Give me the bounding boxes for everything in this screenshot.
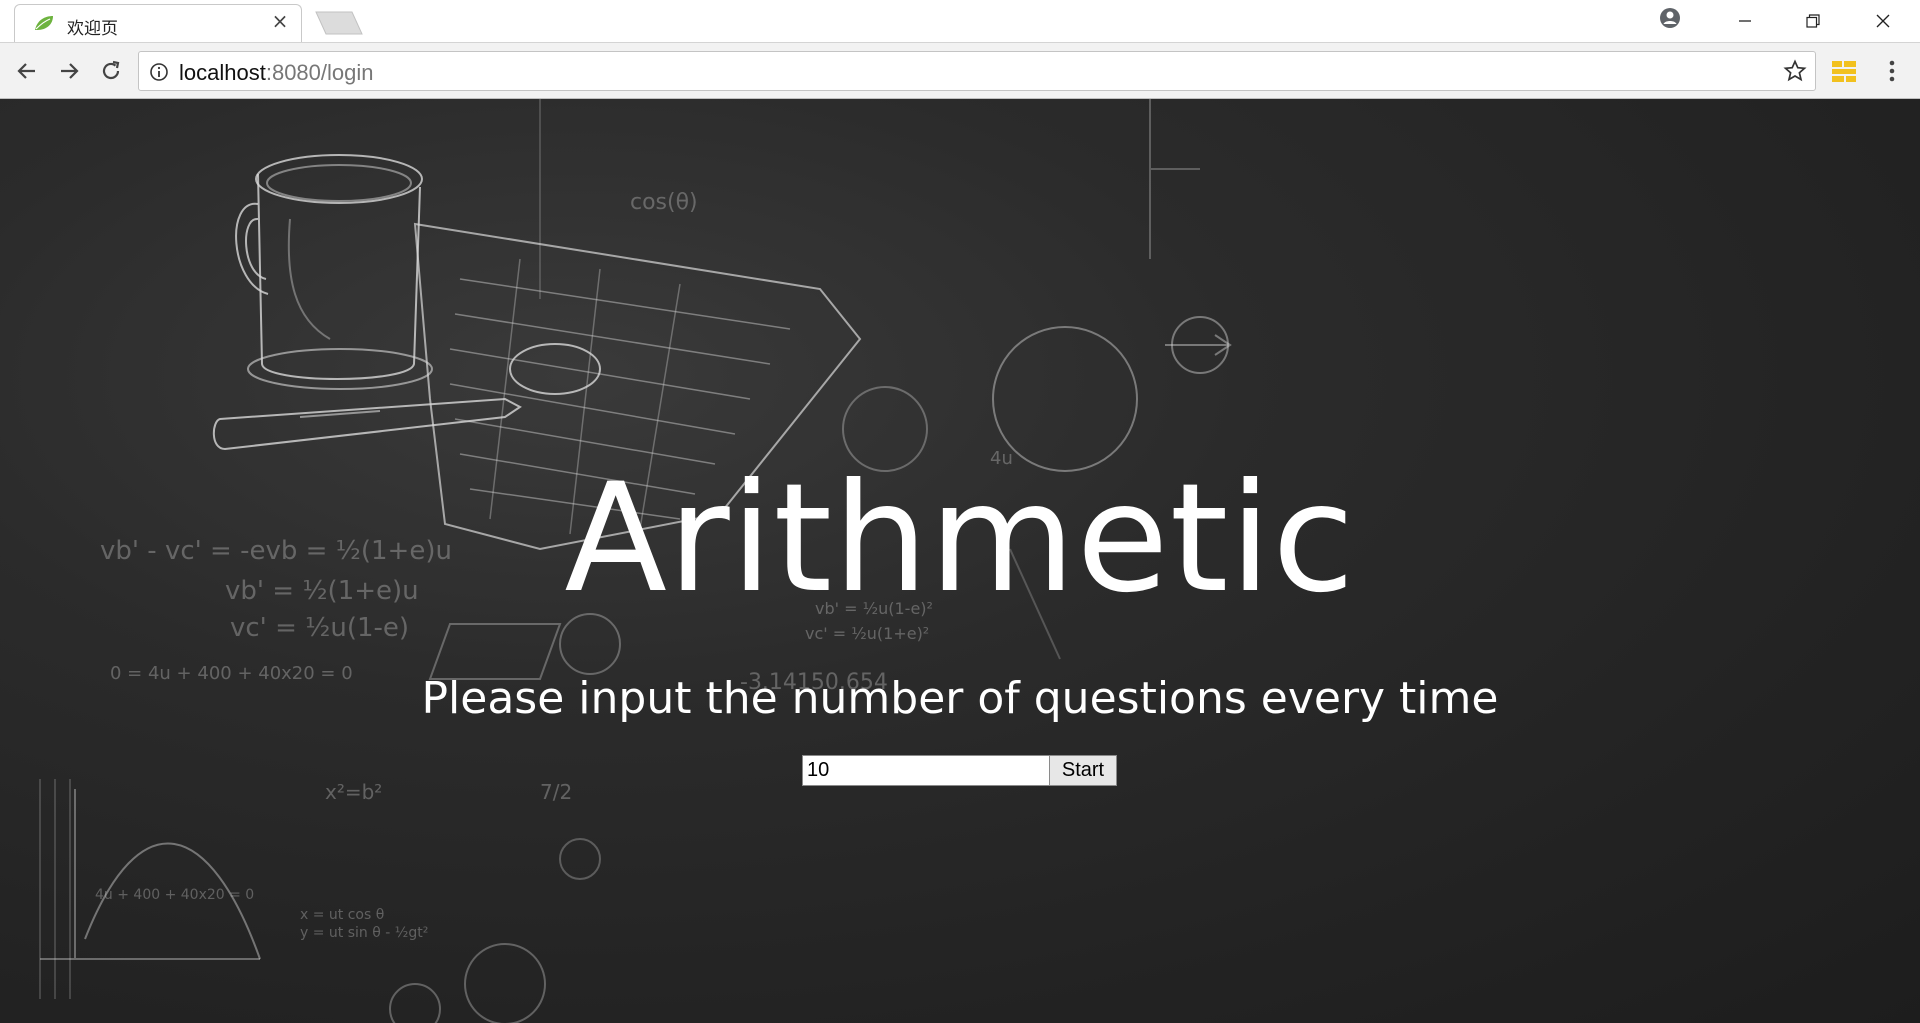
star-icon[interactable] <box>1783 59 1807 83</box>
minimize-icon <box>1739 20 1751 22</box>
more-menu-icon[interactable] <box>1880 57 1904 85</box>
svg-text:vc' = ½u(1+e)²: vc' = ½u(1+e)² <box>805 624 929 643</box>
url-host: localhost <box>179 60 266 85</box>
svg-text:y = ut sin θ - ½gt²: y = ut sin θ - ½gt² <box>300 925 428 941</box>
svg-text:cos(θ): cos(θ) <box>630 190 698 215</box>
start-button[interactable]: Start <box>1050 755 1117 786</box>
restore-button[interactable] <box>1778 0 1848 42</box>
svg-text:4u + 400 + 40x20 = 0: 4u + 400 + 40x20 = 0 <box>95 887 254 903</box>
restore-icon <box>1806 14 1820 28</box>
tab-title: 欢迎页 <box>67 19 118 39</box>
new-tab-button[interactable] <box>314 10 364 36</box>
svg-text:7/2: 7/2 <box>540 780 572 804</box>
page-title: Arithmetic <box>564 452 1356 626</box>
svg-text:x²=b²: x²=b² <box>325 780 382 804</box>
info-icon[interactable] <box>149 62 169 82</box>
profile-icon[interactable] <box>1658 6 1682 30</box>
page-subtitle: Please input the number of questions eve… <box>421 673 1499 724</box>
leaf-icon <box>35 16 53 30</box>
arrow-left-icon <box>17 63 35 79</box>
reload-icon <box>102 60 120 80</box>
browser-tab[interactable]: 欢迎页 × <box>14 4 302 42</box>
window-titlebar: 欢迎页 × <box>0 0 1920 42</box>
svg-text:x = ut cos θ: x = ut cos θ <box>300 907 384 923</box>
address-bar[interactable]: localhost:8080/login <box>138 51 1816 91</box>
extension-icon[interactable] <box>1830 57 1858 85</box>
back-button[interactable] <box>12 56 42 86</box>
reload-button[interactable] <box>96 56 126 86</box>
close-icon <box>1876 14 1890 28</box>
minimize-button[interactable] <box>1710 0 1780 42</box>
url-text[interactable]: localhost:8080/login <box>179 60 374 86</box>
close-window-button[interactable] <box>1848 0 1918 42</box>
forward-button[interactable] <box>54 56 84 86</box>
chalkboard-page: vb' - vc' = -evb = ½(1+e)u vb' = ½(1+e)u… <box>0 99 1920 1023</box>
browser-toolbar: localhost:8080/login <box>0 42 1920 99</box>
question-count-input[interactable] <box>802 755 1050 786</box>
tab-close-icon[interactable]: × <box>271 11 289 31</box>
question-count-form: Start <box>802 755 1117 787</box>
arrow-right-icon <box>61 63 79 79</box>
url-path: :8080/login <box>265 60 374 85</box>
